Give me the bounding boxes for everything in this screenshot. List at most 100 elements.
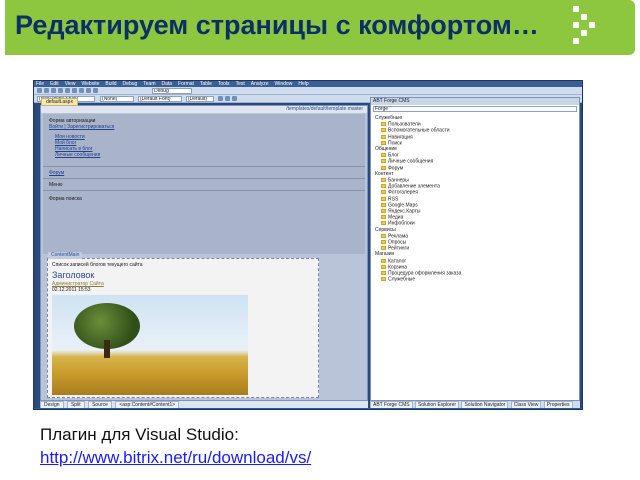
content-header: ContentMain [48, 252, 83, 259]
italic-icon[interactable] [225, 96, 230, 101]
menu-section: Меню [49, 182, 63, 188]
tree-item[interactable]: Яндекс.Карты [381, 209, 420, 214]
master-path: /templates/default/template.master [41, 106, 367, 113]
run-icon[interactable] [93, 88, 98, 93]
folder-icon [381, 264, 386, 269]
folder-icon [381, 246, 386, 251]
decorative-squares-icon [573, 6, 595, 44]
folder-icon [381, 240, 386, 244]
divider [43, 166, 365, 167]
panel-tabs: ABT Forge CMS Solution Explorer Solution… [370, 401, 580, 409]
folder-icon [381, 233, 386, 238]
open-icon[interactable] [44, 88, 49, 93]
tree-item-label: Вспомогательные области [388, 127, 450, 134]
redo-icon[interactable] [86, 88, 91, 93]
tree-item-label: Каталог [388, 257, 407, 264]
tree-item-label: Магазин [375, 251, 395, 258]
tree-group[interactable]: Служебные [375, 116, 402, 121]
menu-item-4[interactable]: Личные сообщения [55, 152, 100, 158]
slide-title: Редактируем страницы с комфортом… [15, 10, 539, 40]
design-surface: default.aspx /templates/default/template… [40, 98, 368, 401]
tree-item[interactable]: Каталог [381, 257, 407, 264]
tree-item[interactable]: Корзина [381, 265, 407, 270]
landscape-image [52, 295, 248, 395]
tree-item[interactable]: Реклама [381, 234, 408, 239]
tree-item-label: Фотогалерея [388, 189, 418, 196]
tree-item-label: Навигация [388, 133, 413, 140]
visual-studio-screenshot: File Edit View Website Build Debug Team Data For… [33, 80, 583, 410]
tree-item[interactable]: Google Maps [381, 203, 418, 208]
divider [43, 190, 365, 191]
folder-icon [381, 215, 386, 220]
tree-item[interactable]: Пользователи [381, 122, 421, 127]
tree-item[interactable]: Навигация [381, 133, 413, 140]
tree-item-label: Опросы [388, 239, 407, 246]
download-link[interactable]: http://www.bitrix.net/ru/download/vs/ [40, 448, 311, 468]
title-banner: Редактируем страницы с комфортом… [5, 0, 635, 55]
tree-item[interactable]: Служебные [381, 277, 415, 282]
tree-item-label: Реклама [388, 233, 409, 240]
tree-item-label: Баннеры [388, 177, 409, 184]
folder-icon [381, 196, 386, 201]
post-title[interactable]: Заголовок [52, 270, 94, 280]
config-combo[interactable]: Debug [152, 88, 192, 94]
folder-icon [381, 190, 386, 195]
search-section: Форма поиска [49, 196, 82, 202]
save-icon[interactable] [51, 88, 56, 93]
tree-item-label: Корзина [388, 264, 408, 271]
panel-title: ABT Forge CMS [371, 98, 579, 105]
underline-icon[interactable] [232, 96, 237, 101]
plugin-caption: Плагин для Visual Studio: [40, 425, 239, 444]
tree-group[interactable]: Общение [375, 147, 397, 152]
bold-icon[interactable] [218, 96, 223, 101]
folder-icon [381, 202, 386, 207]
tree-item-label: Служебные [388, 276, 416, 283]
tree-item[interactable]: Фотогалерея [381, 190, 418, 195]
tree-item-label: Google Maps [388, 202, 418, 209]
folder-icon [381, 153, 386, 158]
tree-item-label: Медиа [388, 214, 404, 221]
tree-item[interactable]: RSS [381, 195, 399, 202]
paste-icon[interactable] [72, 88, 77, 93]
block-combo[interactable]: (None) [100, 96, 134, 102]
folder-icon [381, 134, 386, 139]
tree-item[interactable]: Вспомогательные области [381, 128, 450, 133]
folder-icon [381, 140, 386, 145]
folder-icon [381, 178, 386, 182]
size-combo[interactable]: (Default) [186, 96, 214, 102]
folder-icon [381, 277, 386, 282]
tree-item-label: Добавление элемента [388, 183, 440, 190]
tree-item[interactable]: Процедура оформления заказа [381, 271, 461, 276]
font-combo[interactable]: (Default Font) [138, 96, 182, 102]
tree-group[interactable]: Контент [375, 171, 394, 177]
tree-group[interactable]: Магазин [375, 252, 394, 257]
tree-item[interactable]: Добавление элемента [381, 184, 440, 189]
folder-icon [381, 128, 386, 133]
cut-icon[interactable] [58, 88, 63, 93]
tree-item[interactable]: Блог [381, 153, 399, 158]
tree-trunk [104, 340, 110, 358]
status-bar [34, 408, 582, 409]
login-link[interactable]: Войти | Зарегистрироваться [49, 124, 114, 130]
tree-item[interactable]: Личные сообщения [381, 159, 433, 164]
folder-icon [381, 165, 386, 170]
copy-icon[interactable] [65, 88, 70, 93]
panel-combo[interactable]: Forge [373, 106, 577, 112]
tree-group[interactable]: Сервисы [375, 227, 396, 233]
forum-section[interactable]: Форум [49, 170, 64, 176]
tree-item[interactable]: Медиа [381, 215, 403, 220]
tree-item-label: RSS [388, 195, 399, 202]
tree-item[interactable]: Опросы [381, 240, 406, 245]
tab-default-aspx[interactable]: default.aspx [41, 98, 78, 106]
tree-item[interactable]: Баннеры [381, 178, 409, 183]
new-file-icon[interactable] [37, 88, 42, 93]
cms-toolbox-panel: ABT Forge CMS Forge Служебные Пользовател… [370, 97, 580, 401]
folder-icon [381, 122, 386, 127]
folder-icon [381, 258, 386, 263]
blog-list-caption: Список записей блогов текущего сайта [52, 262, 143, 268]
content-placeholder: ContentMain Список записей блогов текуще… [47, 252, 319, 398]
folder-icon [381, 184, 386, 189]
tree-item-label: Блог [388, 152, 399, 159]
undo-icon[interactable] [79, 88, 84, 93]
tree-item-label: Общение [375, 146, 397, 152]
